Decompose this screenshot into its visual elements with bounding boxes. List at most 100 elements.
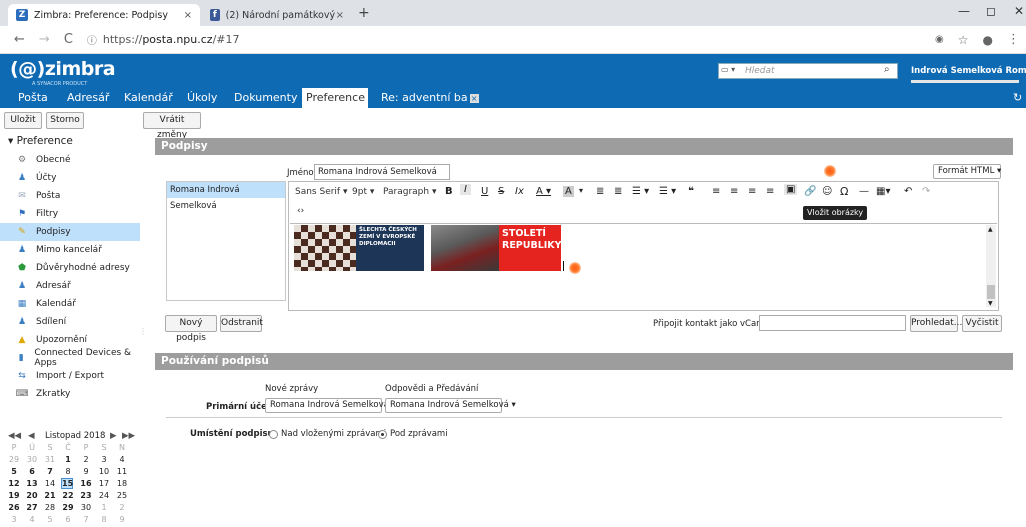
menu-icon[interactable]: ⋮ xyxy=(1007,32,1020,47)
sidebar-item-ucty[interactable]: ♟ Účty xyxy=(0,169,140,187)
cal-month-title[interactable]: Listopad 2018 xyxy=(45,431,105,441)
sidebar-item-adresar[interactable]: ♟ Adresář xyxy=(0,277,140,295)
radio-below[interactable] xyxy=(378,430,387,439)
nav-posta[interactable]: Pošta xyxy=(14,88,52,108)
format-dropdown[interactable]: Formát HTML ▾ xyxy=(933,164,1001,179)
font-family-dropdown[interactable]: Sans Serif ▾ xyxy=(295,187,348,197)
redo-icon[interactable]: ↷ xyxy=(922,186,930,197)
link-icon[interactable]: 🔗 xyxy=(804,186,816,197)
italic-icon[interactable]: I xyxy=(460,184,471,195)
strikethrough-icon[interactable]: S xyxy=(498,186,504,197)
source-code-icon[interactable]: ‹› xyxy=(297,206,304,216)
justify-icon[interactable]: ≡ xyxy=(766,186,774,197)
new-tab-button[interactable]: + xyxy=(358,5,370,21)
nav-kalendar[interactable]: Kalendář xyxy=(120,88,177,108)
sidebar-item-connected-devices[interactable]: ▮ Connected Devices & Apps xyxy=(0,348,140,368)
minimize-icon[interactable]: — xyxy=(958,4,970,18)
browse-button[interactable]: Prohledat... xyxy=(910,315,962,332)
user-name[interactable]: Indrová Semelková Romana xyxy=(911,66,1026,76)
star-icon[interactable]: ☆ xyxy=(958,33,969,47)
scroll-down-icon[interactable]: ▼ xyxy=(988,300,993,307)
profile-icon[interactable]: ● xyxy=(983,33,993,47)
cal-week[interactable]: 19 20 21 22 23 24 25 xyxy=(8,491,135,502)
signature-list[interactable]: Romana Indrová Semelková xyxy=(166,181,286,301)
highlight-color-icon[interactable]: A xyxy=(563,186,574,197)
signature-image-stairs[interactable] xyxy=(431,225,499,271)
emoji-icon[interactable]: ☺ xyxy=(822,186,832,197)
align-left-icon[interactable]: ≡ xyxy=(712,186,720,197)
numbered-list-icon[interactable]: ☰ ▾ xyxy=(659,186,676,197)
search-icon[interactable]: ⌕ xyxy=(884,64,890,75)
nav-adresar[interactable]: Adresář xyxy=(63,88,113,108)
underline-icon[interactable]: U xyxy=(481,186,488,197)
new-signature-button[interactable]: Nový podpis xyxy=(165,315,217,343)
bold-icon[interactable]: B xyxy=(445,186,453,197)
sidebar-item-duveryhodne-adresy[interactable]: ⬟ Důvěryhodné adresy xyxy=(0,259,140,277)
cal-week[interactable]: 5 6 7 8 9 10 11 xyxy=(10,467,135,478)
search-type-dropdown[interactable]: ▭ ▾ xyxy=(721,65,735,74)
highlight-dropdown-icon[interactable]: ▾ xyxy=(579,186,583,195)
cal-prev-month[interactable]: ◀ xyxy=(28,431,35,441)
close-window-icon[interactable]: ✕ xyxy=(1014,4,1024,18)
tab-facebook[interactable]: f (2) Národní památkový ústav - H × xyxy=(202,4,352,26)
tab-zimbra[interactable]: Z Zimbra: Preference: Podpisy × xyxy=(8,4,200,26)
blockquote-icon[interactable]: ❝ xyxy=(688,186,694,197)
sidebar-title[interactable]: ▾ Preference xyxy=(8,135,73,147)
special-char-icon[interactable]: Ω xyxy=(840,185,848,198)
outdent-icon[interactable]: ≣ xyxy=(596,186,604,197)
clear-format-icon[interactable]: Ix xyxy=(515,186,524,197)
nav-compose-tab[interactable]: Re: adventní ba × xyxy=(377,88,483,108)
reload-icon[interactable]: C xyxy=(64,32,73,47)
scroll-thumb[interactable] xyxy=(987,285,995,299)
indent-icon[interactable]: ≣ xyxy=(614,186,622,197)
cal-next-month[interactable]: ▶ xyxy=(110,431,117,441)
search-input[interactable]: Hledat xyxy=(718,63,898,79)
horizontal-rule-icon[interactable]: — xyxy=(859,186,869,197)
extension-icon[interactable]: ◉ xyxy=(935,34,944,45)
cal-week[interactable]: 12 13 14 15 16 17 18 xyxy=(8,478,135,490)
nav-dokumenty[interactable]: Dokumenty xyxy=(230,88,301,108)
close-tab-icon[interactable]: × xyxy=(469,94,479,103)
nav-preference[interactable]: Preference xyxy=(302,88,368,108)
replies-signature-dropdown[interactable]: Romana Indrová Semelková ▾ xyxy=(385,398,516,413)
table-icon[interactable]: ▦▾ xyxy=(876,186,890,197)
signature-image-chess[interactable] xyxy=(294,225,356,271)
url-field[interactable]: https://posta.npu.cz/#17 xyxy=(103,33,240,46)
save-button[interactable]: Uložit xyxy=(4,112,42,129)
sidebar-item-sdileni[interactable]: ♟ Sdílení xyxy=(0,313,140,331)
sidebar-item-obecne[interactable]: ⚙ Obecné xyxy=(0,151,140,169)
signature-name-field[interactable]: Romana Indrová Semelková xyxy=(314,164,450,180)
scroll-up-icon[interactable]: ▲ xyxy=(988,226,993,233)
text-color-icon[interactable]: A ▾ xyxy=(536,186,551,197)
sidebar-item-filtry[interactable]: ⚑ Filtry xyxy=(0,205,140,223)
editor-scrollbar[interactable] xyxy=(986,225,996,307)
new-messages-signature-dropdown[interactable]: Romana Indrová Semelková ▾ xyxy=(265,398,396,413)
maximize-icon[interactable]: ◻ xyxy=(986,4,996,18)
font-size-dropdown[interactable]: 9pt ▾ xyxy=(352,187,374,197)
delete-signature-button[interactable]: Odstranit xyxy=(220,315,263,332)
undo-icon[interactable]: ↶ xyxy=(904,186,912,197)
signature-image-republic[interactable]: STOLETÍ REPUBLIKY xyxy=(499,225,562,271)
sidebar-item-kalendar[interactable]: ▦ Kalendář xyxy=(0,295,140,313)
refresh-icon[interactable]: ↻ xyxy=(1013,91,1022,104)
insert-image-icon[interactable]: ▣ xyxy=(784,184,798,195)
paragraph-dropdown[interactable]: Paragraph ▾ xyxy=(383,187,437,197)
back-icon[interactable]: ← xyxy=(14,32,25,47)
bullet-list-icon[interactable]: ☰ ▾ xyxy=(632,186,649,197)
align-right-icon[interactable]: ≡ xyxy=(748,186,756,197)
list-item[interactable]: Romana Indrová Semelková xyxy=(167,182,285,211)
revert-button[interactable]: Vrátit změny xyxy=(143,112,201,140)
sidebar-item-zkratky[interactable]: ⌨ Zkratky xyxy=(0,385,140,403)
close-tab-icon[interactable]: × xyxy=(336,10,344,21)
sidebar-item-mimo-kancelar[interactable]: ♟ Mimo kancelář xyxy=(0,241,140,259)
radio-above[interactable] xyxy=(269,430,278,439)
nav-ukoly[interactable]: Úkoly xyxy=(183,88,221,108)
close-tab-icon[interactable]: × xyxy=(184,10,192,21)
sidebar-item-import-export[interactable]: ⇆ Import / Export xyxy=(0,367,140,385)
cal-next-year[interactable]: ▶▶ xyxy=(122,431,135,441)
sidebar-splitter[interactable]: ⋮ xyxy=(139,327,147,336)
align-center-icon[interactable]: ≡ xyxy=(730,186,738,197)
info-icon[interactable]: ⓘ xyxy=(87,32,97,47)
cal-week[interactable]: 29 30 31 1 2 3 4 xyxy=(9,455,135,466)
cal-week[interactable]: 26 27 28 29 30 1 2 xyxy=(8,503,135,514)
